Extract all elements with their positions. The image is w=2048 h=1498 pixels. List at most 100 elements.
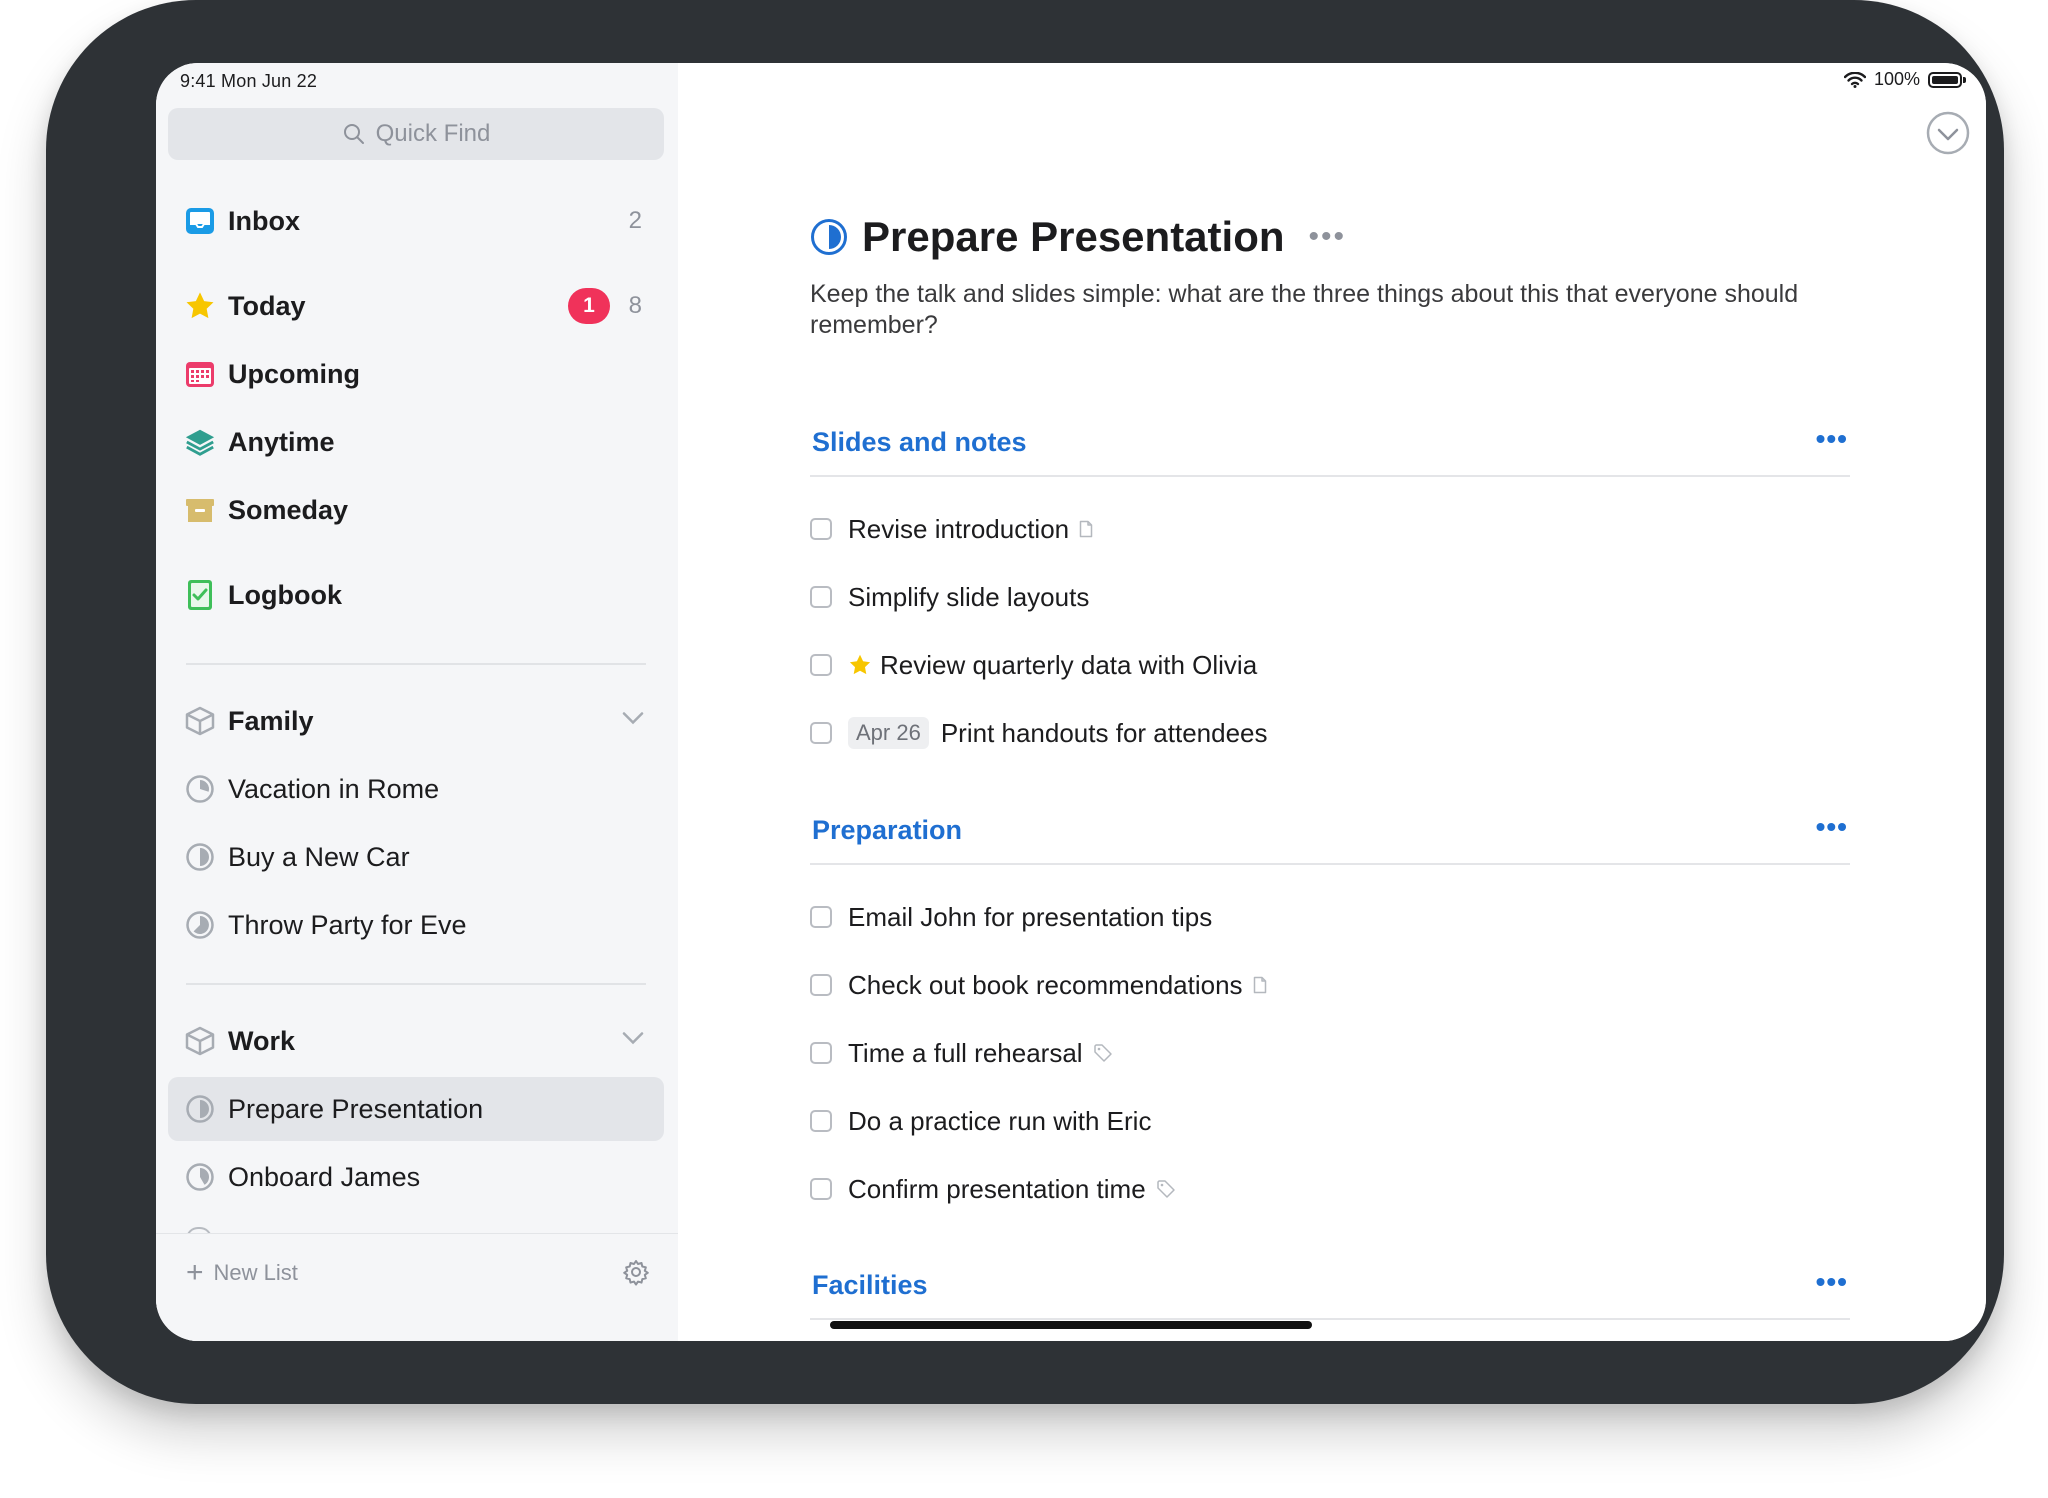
chevron-down-icon[interactable] [622, 1032, 644, 1051]
home-indicator[interactable] [830, 1321, 1312, 1329]
project-progress-icon[interactable] [810, 218, 848, 256]
sidebar-project-new-car[interactable]: Buy a New Car [168, 825, 664, 889]
anytime-label: Anytime [228, 426, 335, 457]
heading-facilities[interactable]: Facilities ••• [810, 1266, 1850, 1320]
project-header: Prepare Presentation ••• [810, 213, 1346, 261]
project-progress-icon [184, 841, 216, 873]
heading-title[interactable]: Slides and notes [812, 427, 1027, 458]
todo-title: Review quarterly data with Olivia [880, 649, 1258, 680]
sidebar-item-logbook[interactable]: Logbook [168, 563, 664, 627]
star-icon [848, 653, 872, 677]
more-options-button[interactable]: ••• [1309, 220, 1347, 254]
today-due-badge: 1 [568, 288, 610, 324]
todo-item[interactable]: Do a practice run with Eric [810, 1101, 1151, 1141]
project-detail: 100% Prepare Presentation ••• Keep the t… [678, 63, 1986, 1341]
sidebar-project-party[interactable]: Throw Party for Eve [168, 893, 664, 957]
todo-checkbox[interactable] [810, 518, 832, 540]
tag-icon [1156, 1179, 1176, 1199]
todo-item[interactable]: Email John for presentation tips [810, 897, 1212, 937]
project-label: Onboard James [228, 1161, 421, 1192]
todo-item[interactable]: Revise introduction [810, 509, 1093, 549]
search-icon [343, 124, 364, 144]
heading-slides-and-notes[interactable]: Slides and notes ••• [810, 423, 1850, 477]
calendar-icon [184, 358, 216, 390]
quick-find-search[interactable]: Quick Find [168, 108, 664, 160]
todo-checkbox[interactable] [810, 974, 832, 996]
new-list-button[interactable]: + New List [186, 1258, 298, 1288]
todo-checkbox[interactable] [810, 906, 832, 928]
project-title[interactable]: Prepare Presentation [862, 213, 1285, 261]
todo-checkbox[interactable] [810, 1178, 832, 1200]
todo-checkbox[interactable] [810, 586, 832, 608]
new-list-label: New List [213, 1260, 298, 1285]
sidebar-footer: + New List [156, 1233, 678, 1341]
area-cube-icon [184, 1025, 216, 1057]
heading-more-button[interactable]: ••• [1816, 811, 1848, 843]
heading-title[interactable]: Facilities [812, 1270, 928, 1301]
area-cube-icon [184, 705, 216, 737]
status-indicators: 100% [1843, 69, 1966, 90]
todo-checkbox[interactable] [810, 654, 832, 676]
sidebar-area-family[interactable]: Family [168, 689, 664, 753]
todo-title: Simplify slide layouts [848, 581, 1090, 612]
todo-item[interactable]: Confirm presentation time [810, 1169, 1176, 1209]
sidebar-project-onboard-james[interactable]: Onboard James [168, 1145, 664, 1209]
project-label: Throw Party for Eve [228, 909, 467, 940]
project-label: Vacation in Rome [228, 773, 440, 804]
inbox-icon [184, 205, 216, 237]
todo-checkbox[interactable] [810, 722, 832, 744]
sidebar-project-vacation[interactable]: Vacation in Rome [168, 757, 664, 821]
project-label: Prepare Presentation [228, 1093, 484, 1124]
gear-icon [623, 1260, 649, 1286]
heading-title[interactable]: Preparation [812, 815, 962, 846]
chevron-down-icon[interactable] [622, 712, 644, 731]
todo-title: Confirm presentation time [848, 1173, 1146, 1204]
todo-item[interactable]: Time a full rehearsal [810, 1033, 1113, 1073]
tablet-frame: 9:41 Mon Jun 22 Quick Find Inbox 2 Today… [46, 0, 2004, 1404]
sidebar-item-upcoming[interactable]: Upcoming [168, 342, 664, 406]
sidebar-item-today[interactable]: Today 1 8 [168, 274, 664, 338]
note-icon [1253, 976, 1267, 994]
todo-title: Time a full rehearsal [848, 1037, 1083, 1068]
logbook-label: Logbook [228, 579, 342, 610]
status-time: 9:41 Mon Jun 22 [180, 71, 318, 91]
sidebar-area-work[interactable]: Work [168, 1009, 664, 1073]
project-notes[interactable]: Keep the talk and slides simple: what ar… [810, 279, 1860, 341]
check-circle-icon [1926, 111, 1970, 155]
todo-item[interactable]: Review quarterly data with Olivia [810, 645, 1257, 685]
heading-more-button[interactable]: ••• [1816, 423, 1848, 455]
project-progress-icon [184, 1161, 216, 1193]
complete-project-button[interactable] [1926, 111, 1970, 155]
settings-button[interactable] [622, 1258, 652, 1288]
todo-item[interactable]: Apr 26 Print handouts for attendees [810, 713, 1268, 753]
family-area-label: Family [228, 705, 314, 736]
tag-icon [1093, 1043, 1113, 1063]
sidebar: 9:41 Mon Jun 22 Quick Find Inbox 2 Today… [156, 63, 678, 1341]
screen: 9:41 Mon Jun 22 Quick Find Inbox 2 Today… [156, 63, 1986, 1341]
date-chip: Apr 26 [848, 717, 929, 749]
todo-checkbox[interactable] [810, 1110, 832, 1132]
today-label: Today [228, 290, 306, 321]
note-icon [1079, 520, 1093, 538]
sidebar-divider [186, 983, 646, 985]
todo-title: Do a practice run with Eric [848, 1105, 1152, 1136]
sidebar-item-anytime[interactable]: Anytime [168, 410, 664, 474]
todo-title: Email John for presentation tips [848, 901, 1213, 932]
battery-percent: 100% [1873, 69, 1920, 89]
sidebar-project-prepare-presentation[interactable]: Prepare Presentation [168, 1077, 664, 1141]
sidebar-item-inbox[interactable]: Inbox 2 [168, 189, 664, 253]
archive-box-icon [184, 494, 216, 526]
layers-icon [184, 426, 216, 458]
todo-checkbox[interactable] [810, 1042, 832, 1064]
inbox-label: Inbox [228, 205, 300, 236]
sidebar-item-someday[interactable]: Someday [168, 478, 664, 542]
todo-item[interactable]: Check out book recommendations [810, 965, 1267, 1005]
project-progress-icon [184, 773, 216, 805]
quick-find-placeholder: Quick Find [375, 120, 491, 147]
todo-item[interactable]: Simplify slide layouts [810, 577, 1089, 617]
heading-more-button[interactable]: ••• [1816, 1266, 1848, 1298]
wifi-icon [1843, 71, 1866, 88]
upcoming-label: Upcoming [228, 358, 360, 389]
project-label: Buy a New Car [228, 841, 410, 872]
heading-preparation[interactable]: Preparation ••• [810, 811, 1850, 865]
